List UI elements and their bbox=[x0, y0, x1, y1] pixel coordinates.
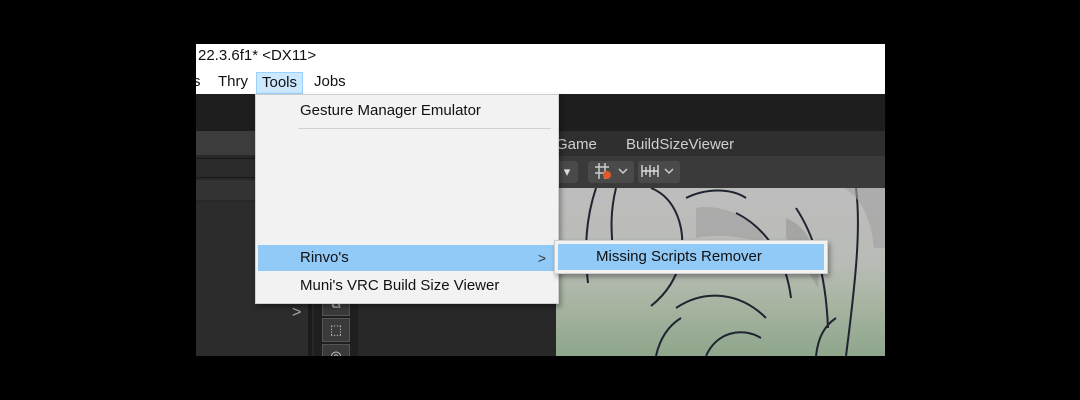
tab-buildsizeviewer[interactable]: BuildSizeViewer bbox=[626, 136, 734, 153]
menu-item-label: Rinvo's bbox=[300, 249, 349, 266]
transform-tool-icon[interactable]: ⬚ bbox=[322, 318, 350, 342]
menu-missing-scripts-remover[interactable]: Missing Scripts Remover bbox=[558, 244, 824, 270]
submenu-arrow-icon: > bbox=[537, 250, 546, 266]
menu-separator bbox=[298, 128, 551, 129]
tab-game[interactable]: Game bbox=[556, 136, 597, 153]
grid-snap-icon[interactable] bbox=[588, 161, 634, 183]
menu-item-label: Gesture Manager Emulator bbox=[300, 102, 481, 119]
menu-item-clipped[interactable]: s bbox=[196, 72, 201, 92]
menu-rinvos[interactable]: Rinvo's > bbox=[258, 245, 556, 271]
tools-dropdown-menu: Gesture Manager Emulator Rinvo's > Muni'… bbox=[255, 94, 559, 304]
menu-gesture-manager-emulator[interactable]: Gesture Manager Emulator bbox=[258, 98, 556, 124]
menu-item-tools[interactable]: Tools bbox=[256, 72, 304, 94]
menu-munis-vrc-build-size-viewer[interactable]: Muni's VRC Build Size Viewer bbox=[258, 273, 556, 299]
chevron-right-icon[interactable]: > bbox=[292, 304, 301, 322]
scene-gizmo-icon[interactable] bbox=[638, 161, 680, 183]
custom-tool-icon[interactable]: ◎ bbox=[322, 344, 350, 356]
scene-toolbar: ▾ bbox=[556, 156, 885, 188]
menu-item-thry[interactable]: Thry bbox=[218, 72, 248, 92]
menu-item-jobs[interactable]: Jobs bbox=[314, 72, 346, 92]
menu-item-label: Missing Scripts Remover bbox=[596, 248, 762, 265]
menu-bar: s Thry Tools Jobs bbox=[196, 68, 885, 94]
window-title: 22.3.6f1* <DX11> bbox=[198, 47, 317, 64]
title-bar: 22.3.6f1* <DX11> bbox=[196, 44, 885, 68]
screenshot: 22.3.6f1* <DX11> s Thry Tools Jobs > ⧉ ⬚… bbox=[196, 44, 885, 356]
rinvos-submenu: Missing Scripts Remover bbox=[554, 240, 828, 274]
menu-item-label: Muni's VRC Build Size Viewer bbox=[300, 277, 500, 294]
dropdown-arrow-icon[interactable]: ▾ bbox=[556, 161, 578, 183]
scene-tab-bar: Game BuildSizeViewer bbox=[556, 131, 885, 156]
